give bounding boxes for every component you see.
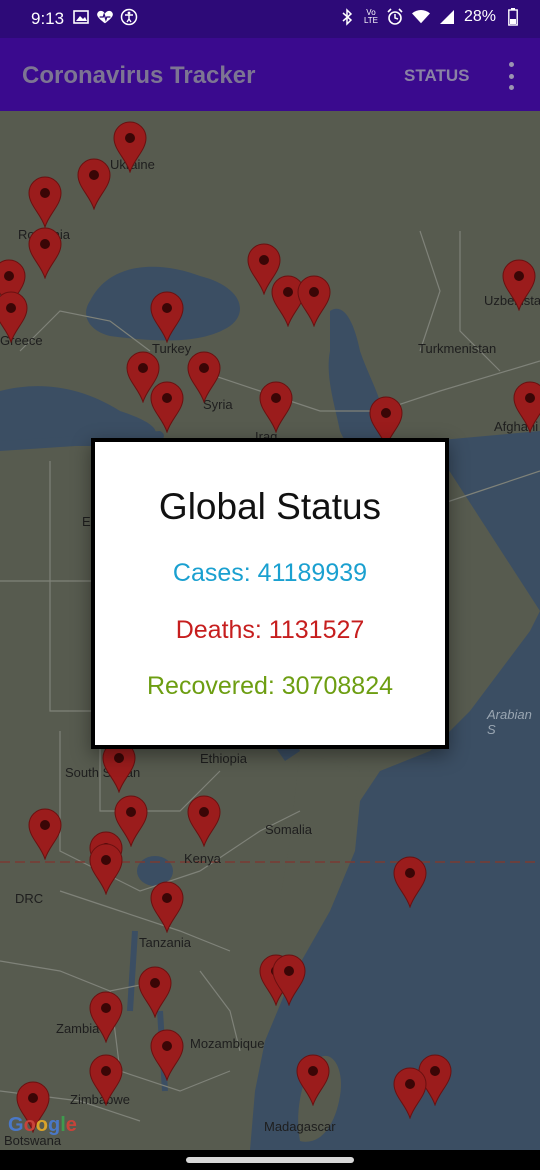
alarm-icon: [386, 8, 404, 26]
status-bar: 9:13 Vo LTE 28%: [0, 0, 540, 38]
heart-pulse-icon: [96, 8, 114, 26]
status-time: 9:13: [31, 9, 65, 28]
wifi-icon: [411, 8, 430, 26]
signal-icon: [438, 8, 456, 26]
global-status-dialog: Global Status Cases: 41189939 Deaths: 11…: [91, 438, 449, 749]
deaths-text: Deaths: 1131527: [175, 616, 365, 644]
dialog-title: Global Status: [158, 486, 382, 527]
navigation-bar: [0, 1150, 540, 1170]
volte-icon: Vo LTE: [363, 8, 379, 25]
cases-text: Cases: 41189939: [172, 559, 368, 587]
image-icon: [72, 8, 90, 26]
home-gesture-handle[interactable]: [186, 1157, 354, 1163]
recovered-text: Recovered: 30708824: [146, 672, 394, 700]
more-vert-icon[interactable]: [500, 62, 522, 90]
bluetooth-icon: [338, 8, 356, 26]
status-button[interactable]: STATUS: [404, 66, 469, 86]
battery-icon: [504, 8, 522, 26]
app-title: Coronavirus Tracker: [22, 62, 256, 89]
accessibility-icon: [120, 8, 138, 26]
app-bar: Coronavirus Tracker STATUS: [0, 38, 540, 111]
battery-percent: 28%: [463, 8, 496, 25]
